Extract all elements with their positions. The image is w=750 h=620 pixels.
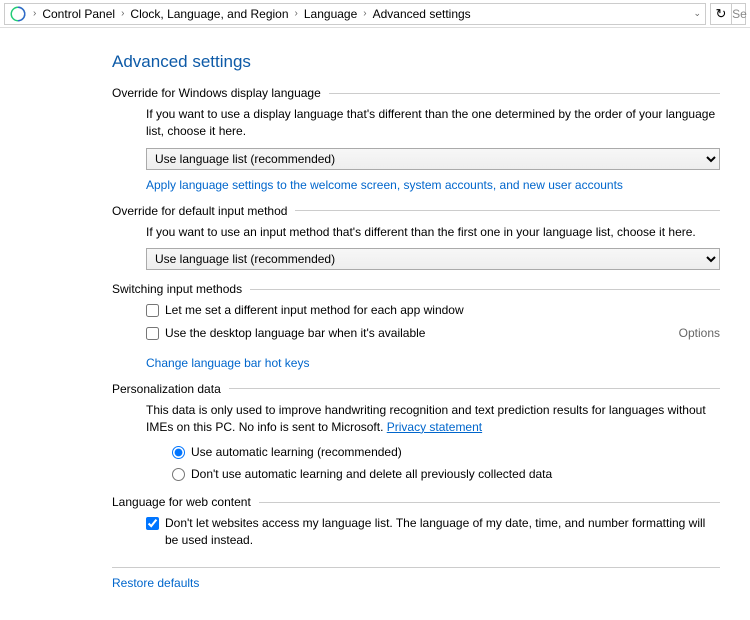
page-title: Advanced settings bbox=[112, 52, 720, 72]
breadcrumb-item[interactable]: Language bbox=[304, 7, 357, 21]
radio-label: Use automatic learning (recommended) bbox=[191, 444, 402, 461]
display-language-select[interactable]: Use language list (recommended) bbox=[146, 148, 720, 170]
radio-label: Don't use automatic learning and delete … bbox=[191, 466, 552, 483]
content-area: Advanced settings Override for Windows d… bbox=[0, 28, 750, 590]
chevron-right-icon: › bbox=[295, 8, 298, 19]
chevron-right-icon: › bbox=[121, 8, 124, 19]
section-label: Personalization data bbox=[112, 382, 221, 396]
checkbox-label: Don't let websites access my language li… bbox=[165, 515, 720, 549]
section-switching: Switching input methods bbox=[112, 282, 720, 296]
section-label: Language for web content bbox=[112, 495, 251, 509]
desktop-langbar-checkbox[interactable] bbox=[146, 327, 159, 340]
section-input-method: Override for default input method bbox=[112, 204, 720, 218]
chevron-right-icon: › bbox=[363, 8, 366, 19]
checkbox-label: Use the desktop language bar when it's a… bbox=[165, 325, 425, 342]
description: If you want to use a display language th… bbox=[146, 106, 720, 140]
section-web-content: Language for web content bbox=[112, 495, 720, 509]
apply-welcome-link[interactable]: Apply language settings to the welcome s… bbox=[146, 178, 623, 192]
checkbox-label: Let me set a different input method for … bbox=[165, 302, 464, 319]
auto-learning-radio[interactable] bbox=[172, 446, 185, 459]
breadcrumb-item[interactable]: Advanced settings bbox=[373, 7, 471, 21]
breadcrumb-item[interactable]: Clock, Language, and Region bbox=[130, 7, 288, 21]
options-link[interactable]: Options bbox=[679, 325, 720, 342]
restore-defaults-link[interactable]: Restore defaults bbox=[112, 576, 199, 590]
section-label: Override for default input method bbox=[112, 204, 287, 218]
address-bar: › Control Panel › Clock, Language, and R… bbox=[0, 0, 750, 28]
divider bbox=[112, 567, 720, 568]
no-learning-radio[interactable] bbox=[172, 468, 185, 481]
hotkeys-link[interactable]: Change language bar hot keys bbox=[146, 356, 309, 370]
description: This data is only used to improve handwr… bbox=[146, 402, 720, 436]
refresh-button[interactable]: ↻ bbox=[710, 3, 732, 25]
control-panel-icon bbox=[9, 5, 27, 23]
block-website-lang-checkbox[interactable] bbox=[146, 517, 159, 530]
privacy-link[interactable]: Privacy statement bbox=[387, 419, 482, 436]
section-label: Switching input methods bbox=[112, 282, 242, 296]
description: If you want to use an input method that'… bbox=[146, 224, 720, 241]
per-app-input-checkbox[interactable] bbox=[146, 304, 159, 317]
chevron-right-icon: › bbox=[33, 8, 36, 19]
breadcrumb-item[interactable]: Control Panel bbox=[42, 7, 115, 21]
section-label: Override for Windows display language bbox=[112, 86, 321, 100]
input-method-select[interactable]: Use language list (recommended) bbox=[146, 248, 720, 270]
search-input[interactable]: Se bbox=[732, 3, 746, 25]
section-display-language: Override for Windows display language bbox=[112, 86, 720, 100]
breadcrumb[interactable]: › Control Panel › Clock, Language, and R… bbox=[4, 3, 706, 25]
section-personalization: Personalization data bbox=[112, 382, 720, 396]
chevron-down-icon[interactable]: ⌄ bbox=[693, 8, 701, 19]
